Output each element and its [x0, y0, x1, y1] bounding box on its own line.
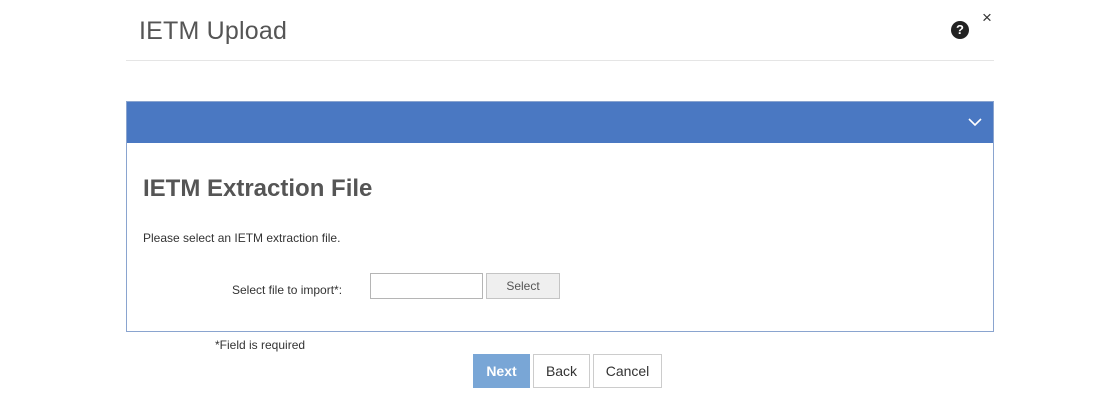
extraction-file-panel: IETM Extraction File Please select an IE…: [126, 101, 994, 332]
back-button[interactable]: Back: [533, 354, 590, 388]
close-icon[interactable]: ×: [982, 9, 992, 27]
cancel-button[interactable]: Cancel: [593, 354, 662, 388]
required-field-note: *Field is required: [215, 338, 306, 352]
dialog-title: IETM Upload: [139, 17, 288, 45]
chevron-down-icon[interactable]: [967, 114, 983, 130]
next-button[interactable]: Next: [473, 354, 530, 388]
panel-title: IETM Extraction File: [143, 175, 373, 202]
select-file-button[interactable]: Select: [486, 273, 560, 299]
panel-header[interactable]: [127, 102, 993, 143]
file-field-label: Select file to import*:: [232, 283, 343, 297]
header-divider: [126, 60, 994, 61]
instructions-text: Please select an IETM extraction file.: [143, 231, 341, 245]
help-icon[interactable]: ?: [951, 21, 969, 39]
file-path-input[interactable]: [370, 273, 483, 299]
